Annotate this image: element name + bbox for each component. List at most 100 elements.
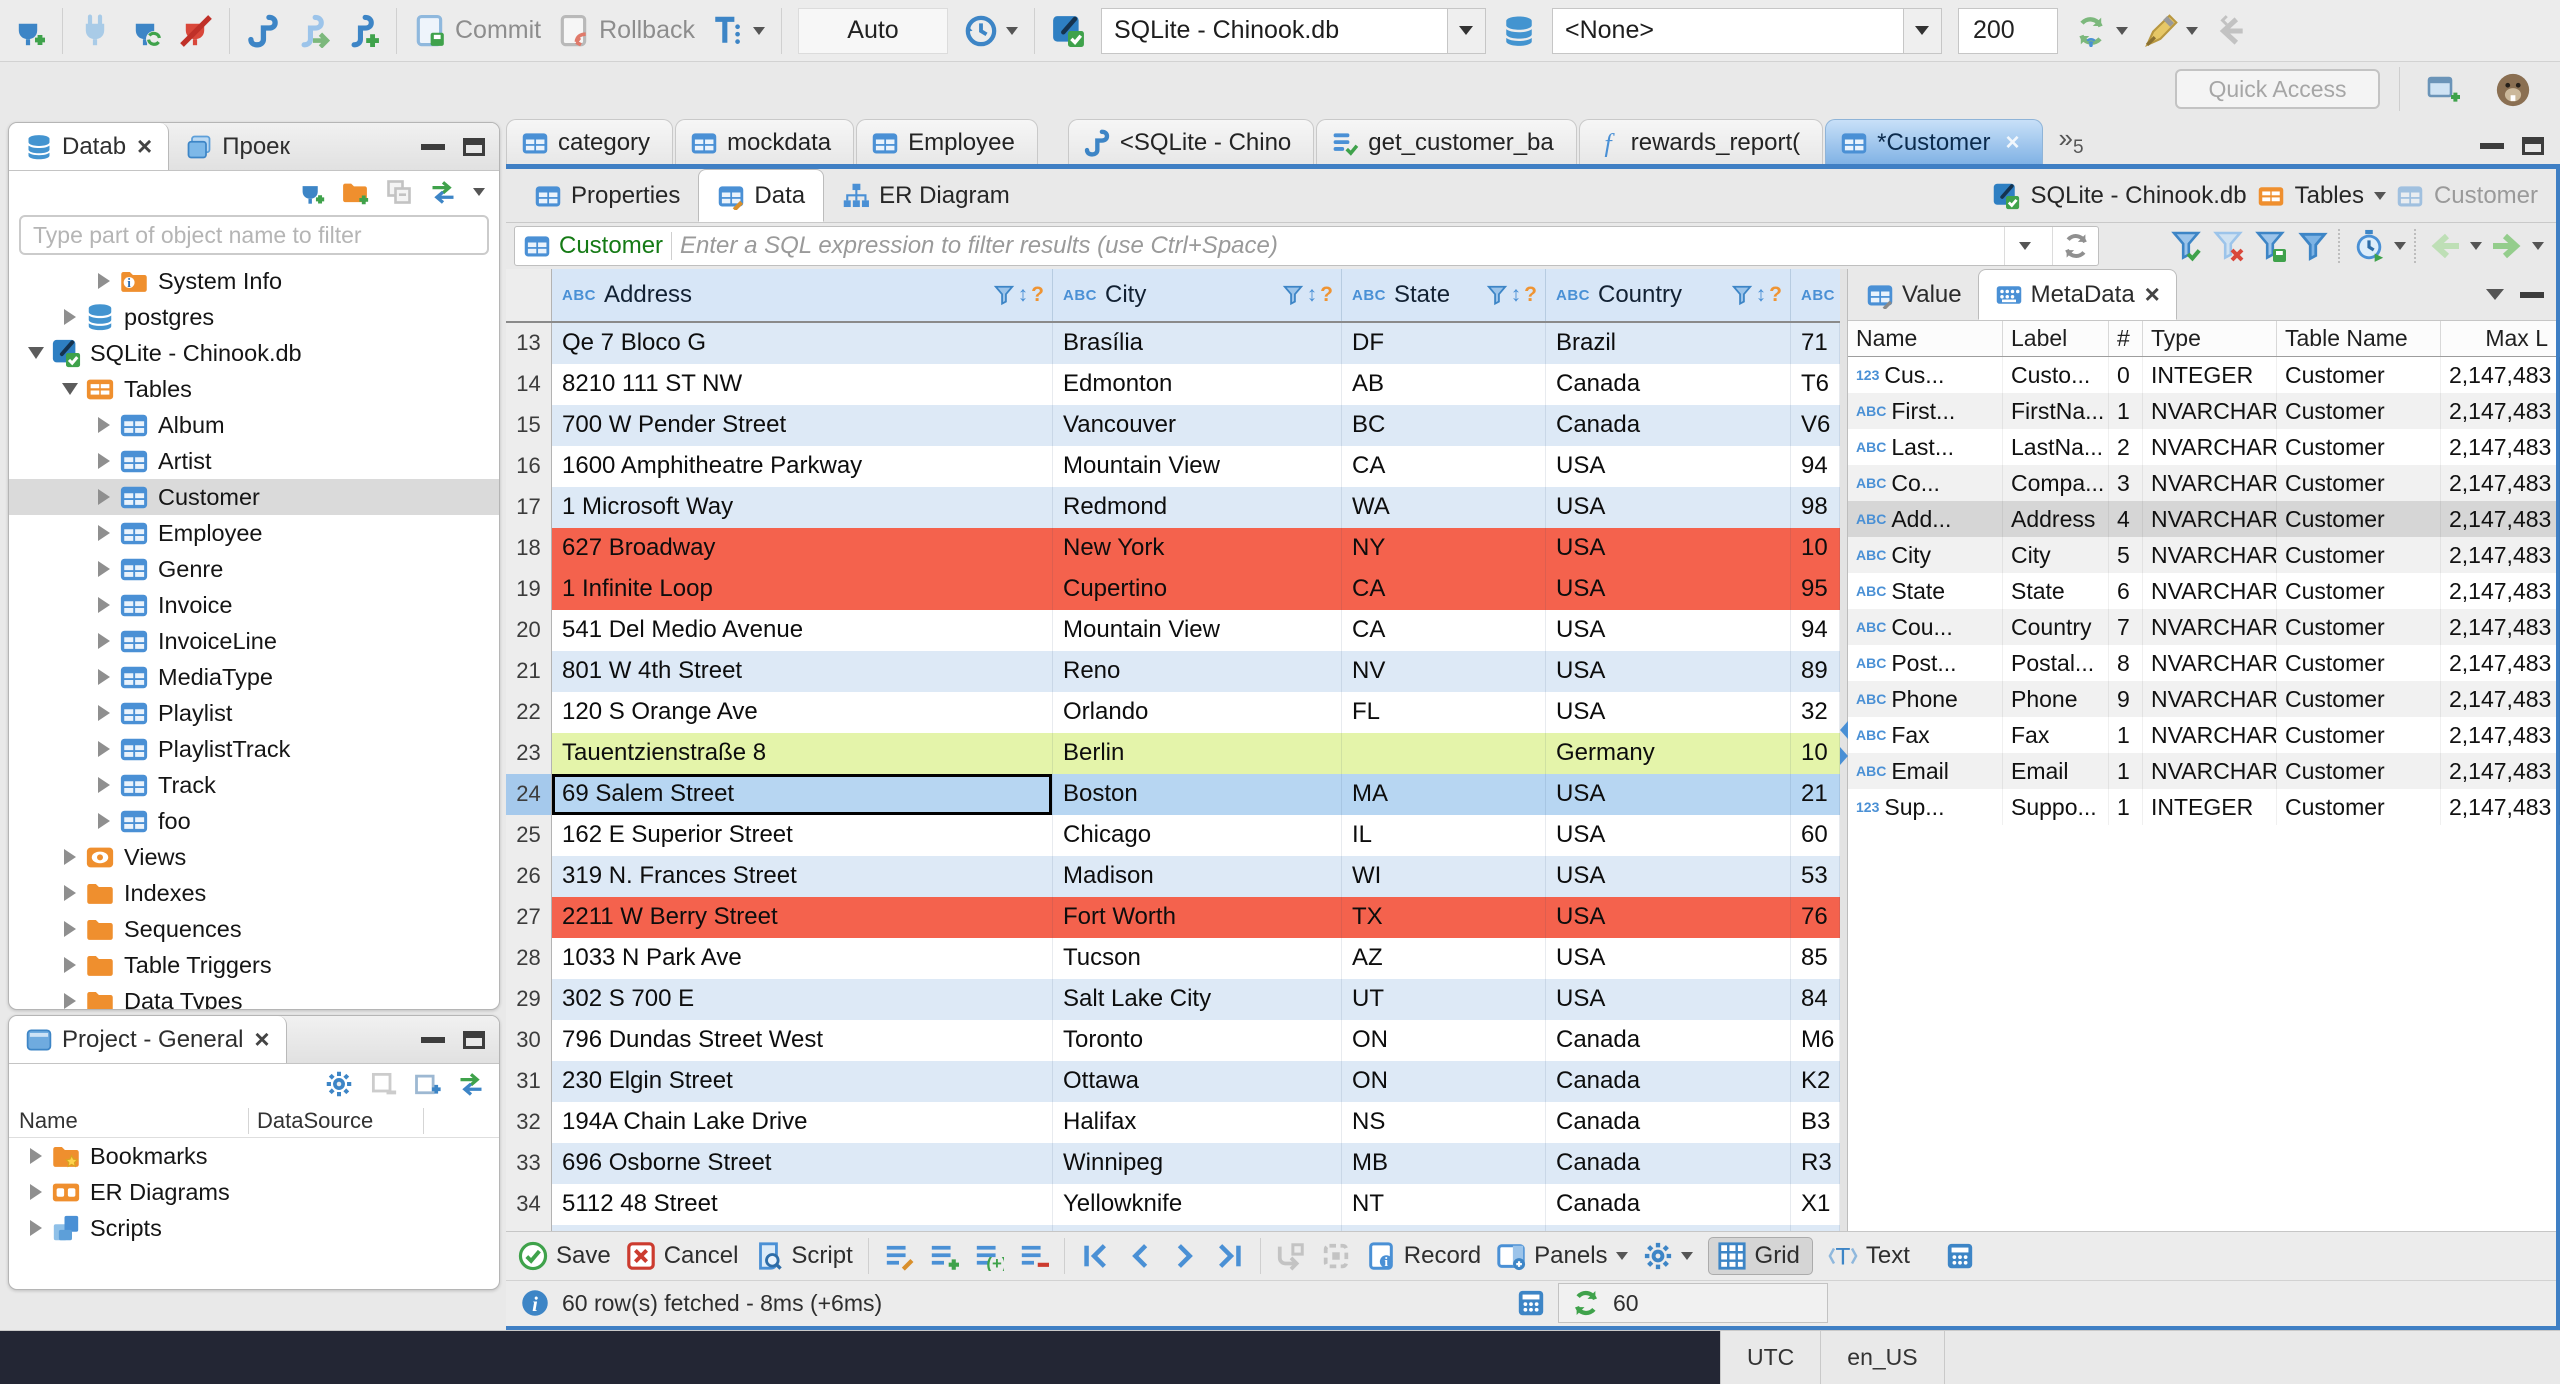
row-number[interactable]: 16	[506, 446, 552, 487]
link-with-editor-icon[interactable]	[457, 1070, 485, 1098]
tree-item-invoice[interactable]: Invoice	[9, 587, 499, 623]
column-datasource[interactable]: DataSource	[249, 1107, 424, 1134]
transaction-history-button[interactable]	[964, 14, 1018, 48]
grid-row-32[interactable]: 32 194A Chain Lake Drive Halifax NS Canada B3	[506, 1102, 1840, 1143]
close-icon[interactable]: ×	[2145, 279, 2160, 310]
meta-name[interactable]: ABC City	[1848, 537, 2003, 573]
cell-state[interactable]: ON	[1342, 1020, 1546, 1061]
meta-type[interactable]: NVARCHAR	[2143, 573, 2277, 609]
chevron-right-icon[interactable]	[91, 489, 117, 505]
tree-item-employee[interactable]: Employee	[9, 515, 499, 551]
calc-icon[interactable]	[1516, 1288, 1546, 1318]
chevron-right-icon[interactable]	[57, 993, 83, 1009]
quick-access-input[interactable]: Quick Access	[2175, 69, 2380, 109]
connect-icon[interactable]	[79, 14, 113, 48]
meta-type[interactable]: NVARCHAR	[2143, 609, 2277, 645]
cell-city[interactable]: Salt Lake City	[1053, 979, 1342, 1020]
view-menu-icon[interactable]	[473, 188, 485, 196]
metadata-row-city[interactable]: ABC City City 5 NVARCHAR Customer 2,147,483	[1848, 537, 2560, 573]
chevron-right-icon[interactable]	[91, 633, 117, 649]
meta-label[interactable]: FirstNa...	[2003, 393, 2109, 429]
cell-state[interactable]: MA	[1342, 774, 1546, 815]
row-number[interactable]: 27	[506, 897, 552, 938]
grid-row-14[interactable]: 14 8210 111 ST NW Edmonton AB Canada T6	[506, 364, 1840, 405]
filter-history-dropdown[interactable]	[2004, 227, 2044, 265]
corner-cell[interactable]	[506, 269, 552, 321]
collapse-right-icon[interactable]	[1840, 747, 1848, 765]
project-item-scripts[interactable]: Scripts	[9, 1210, 499, 1246]
tab-project-general[interactable]: Project - General ×	[9, 1016, 287, 1063]
first-row-icon[interactable]	[1080, 1241, 1110, 1271]
cell-address[interactable]: 194A Chain Lake Drive	[552, 1102, 1053, 1143]
dropdown-arrow-icon[interactable]	[2373, 191, 2386, 200]
transaction-log-button[interactable]	[711, 14, 765, 48]
cell-state[interactable]: WI	[1342, 856, 1546, 897]
cell-city[interactable]: Boston	[1053, 774, 1342, 815]
cell-state[interactable]: MB	[1342, 1143, 1546, 1184]
sql-editor-icon[interactable]	[246, 14, 280, 48]
meta-label[interactable]: Address	[2003, 501, 2109, 537]
cell-country[interactable]: USA	[1546, 979, 1791, 1020]
editor-tab-category[interactable]: category	[506, 119, 674, 165]
chevron-right-icon[interactable]	[91, 561, 117, 577]
cell-address[interactable]: 302 S 700 E	[552, 979, 1053, 1020]
meta-name[interactable]: ABC State	[1848, 573, 2003, 609]
row-number[interactable]: 29	[506, 979, 552, 1020]
dbeaver-perspective-button[interactable]	[2494, 71, 2532, 109]
recent-sql-editor-icon[interactable]	[296, 14, 330, 48]
schema-combo[interactable]: <None>	[1551, 7, 1942, 54]
filter-icon[interactable]	[1282, 284, 1304, 306]
grid-row-13[interactable]: 13 Qe 7 Bloco G Brasília DF Brazil 71	[506, 323, 1840, 364]
meta-table[interactable]: Customer	[2277, 681, 2441, 717]
maximize-icon[interactable]	[463, 1030, 485, 1049]
goto-row-icon[interactable]	[1276, 1241, 1306, 1271]
tab-overflow-indicator[interactable]: »5	[2045, 123, 2094, 165]
chevron-right-icon[interactable]	[57, 885, 83, 901]
row-number[interactable]: 13	[506, 323, 552, 364]
minimize-icon[interactable]	[421, 1036, 445, 1043]
next-row-icon[interactable]	[1170, 1241, 1200, 1271]
tree-item-table-triggers[interactable]: Table Triggers	[9, 947, 499, 983]
text-view-button[interactable]: T Text	[1828, 1241, 1910, 1271]
cell-country[interactable]: USA	[1546, 897, 1791, 938]
meta-max-length[interactable]: 2,147,483	[2441, 681, 2560, 717]
chevron-right-icon[interactable]	[91, 813, 117, 829]
meta-ordinal[interactable]: 1	[2109, 789, 2143, 825]
save-button[interactable]: Save	[518, 1241, 611, 1271]
filter-icon[interactable]	[1486, 284, 1508, 306]
meta-ordinal[interactable]: 7	[2109, 609, 2143, 645]
project-item-er-diagrams[interactable]: ER Diagrams	[9, 1174, 499, 1210]
grid-row-24[interactable]: 24 69 Salem Street Boston MA USA 21	[506, 774, 1840, 815]
schema-combo-dropdown[interactable]	[1902, 8, 1941, 53]
duplicate-row-icon[interactable]: (+)	[974, 1241, 1004, 1271]
cell-country[interactable]: USA	[1546, 856, 1791, 897]
metadata-row-firstna[interactable]: ABC First... FirstNa... 1 NVARCHAR Customer 2,…	[1848, 393, 2560, 429]
row-number[interactable]: 19	[506, 569, 552, 610]
breadcrumb-table[interactable]: Customer	[2434, 182, 2538, 210]
panel-sash[interactable]	[1840, 269, 1848, 1231]
cell-country[interactable]: USA	[1546, 610, 1791, 651]
column-max-length[interactable]: Max L	[2441, 321, 2556, 356]
chevron-right-icon[interactable]	[91, 525, 117, 541]
meta-table[interactable]: Customer	[2277, 465, 2441, 501]
row-number[interactable]: 31	[506, 1061, 552, 1102]
cell-postal[interactable]: T6	[1791, 364, 1840, 405]
chevron-right-icon[interactable]	[23, 1148, 49, 1164]
chevron-right-icon[interactable]	[91, 669, 117, 685]
commit-button[interactable]: Commit	[413, 14, 541, 48]
cell-state[interactable]: AB	[1342, 364, 1546, 405]
dropdown-arrow-icon[interactable]	[2394, 242, 2406, 250]
grid-row-27[interactable]: 27 2211 W Berry Street Fort Worth TX USA 76	[506, 897, 1840, 938]
edit-cell-icon[interactable]	[884, 1241, 914, 1271]
tree-item-genre[interactable]: Genre	[9, 551, 499, 587]
meta-table[interactable]: Customer	[2277, 609, 2441, 645]
dropdown-arrow-icon[interactable]	[2532, 242, 2544, 250]
meta-table[interactable]: Customer	[2277, 501, 2441, 537]
meta-max-length[interactable]: 2,147,483	[2441, 645, 2560, 681]
editor-tab-mockdata[interactable]: mockdata	[675, 119, 855, 165]
maximize-icon[interactable]	[2522, 137, 2544, 155]
grid-row-25[interactable]: 25 162 E Superior Street Chicago IL USA 60	[506, 815, 1840, 856]
cell-state[interactable]: CA	[1342, 610, 1546, 651]
remove-filter-icon[interactable]	[2212, 229, 2246, 263]
cell-country[interactable]: Germany	[1546, 733, 1791, 774]
